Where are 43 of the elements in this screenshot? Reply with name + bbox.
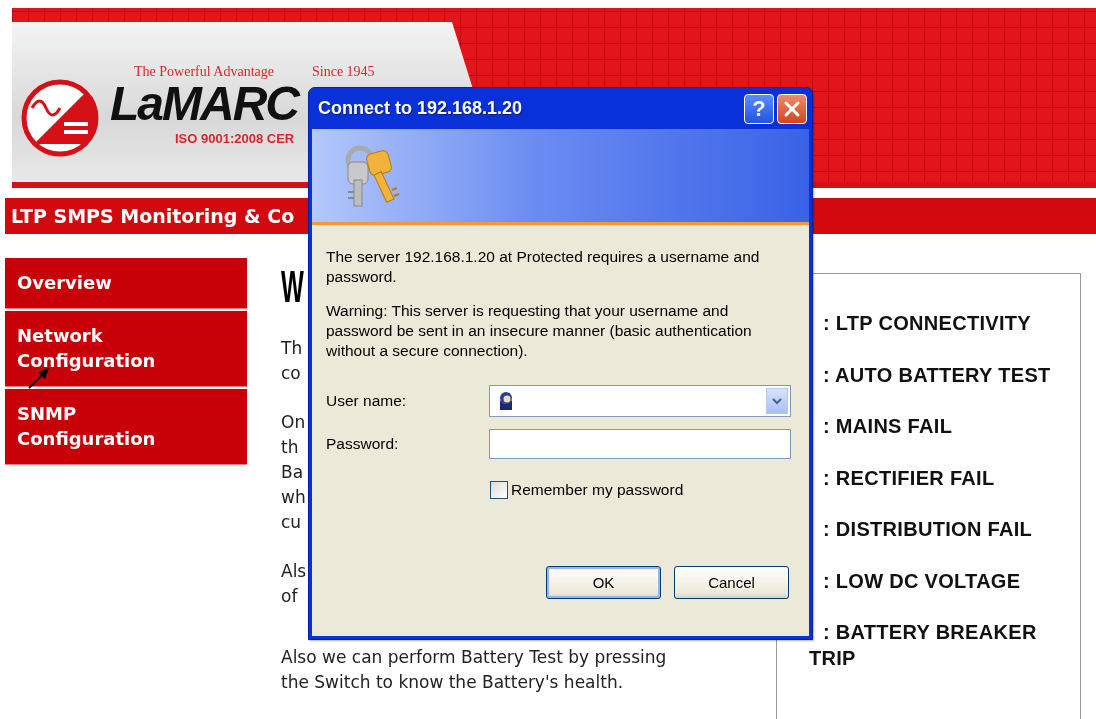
paragraph-line: On [281, 411, 306, 434]
sidebar-link[interactable]: Network Configuration [5, 311, 247, 387]
paragraph-line: the Switch to know the Battery's health. [281, 671, 624, 694]
remember-checkbox[interactable] [490, 481, 508, 499]
paragraph-line: Also we can perform Battery Test by pressing [281, 646, 667, 669]
paragraph-line: of [281, 585, 298, 608]
ok-button[interactable]: OK [546, 566, 661, 599]
sidebar-link[interactable]: Overview [5, 258, 247, 309]
password-label: Password: [326, 434, 400, 454]
cancel-button[interactable]: Cancel [674, 566, 789, 599]
password-field[interactable] [488, 429, 791, 459]
paragraph-line: co [281, 362, 301, 385]
page-heading: W [281, 265, 304, 309]
tagline: The Powerful Advantage [134, 64, 274, 80]
dialog-title: Connect to 192.168.1.20 [318, 98, 524, 119]
legend-label: : BATTERY BREAKER TRIP [809, 620, 1038, 671]
legend-label: : LTP CONNECTIVITY [822, 311, 1032, 336]
since-text: Since 1945 [312, 64, 375, 80]
dialog-message: The server 192.168.1.20 at Protected requires a username and password. [326, 247, 761, 287]
sidebar-link[interactable]: SNMP Configuration [5, 389, 247, 465]
paragraph-line: Ba [281, 461, 304, 484]
paragraph-line: cu [281, 511, 302, 534]
logo-text: LaMARC [110, 84, 298, 124]
logo-icon [20, 78, 100, 158]
remember-label: Remember my password [511, 480, 684, 500]
legend-label: : MAINS FAIL [822, 414, 954, 439]
paragraph-line: Als [281, 560, 307, 583]
dropdown-button[interactable] [766, 388, 788, 414]
paragraph-line: th [281, 436, 299, 459]
dialog-warning: Warning: This server is requesting that your username and password be sent in an insecure manner (basic authentication without a secure connection). [326, 301, 753, 361]
close-icon [783, 99, 801, 118]
username-field[interactable] [488, 385, 791, 417]
legend-label: : AUTO BATTERY TEST [822, 362, 1052, 388]
close-button[interactable] [777, 93, 807, 124]
username-label: User name: [326, 391, 408, 411]
paragraph-line: Th [281, 337, 303, 360]
certification-text: ISO 9001:2008 CER [175, 131, 295, 146]
legend-label: : DISTRIBUTION FAIL [822, 517, 1034, 542]
legend-label: : RECTIFIER FAIL [822, 465, 996, 491]
legend-label: : LOW DC VOLTAGE [822, 568, 1022, 594]
paragraph-line: wh [281, 486, 306, 509]
chevron-down-icon [771, 396, 783, 406]
help-button[interactable]: ? [744, 93, 774, 124]
